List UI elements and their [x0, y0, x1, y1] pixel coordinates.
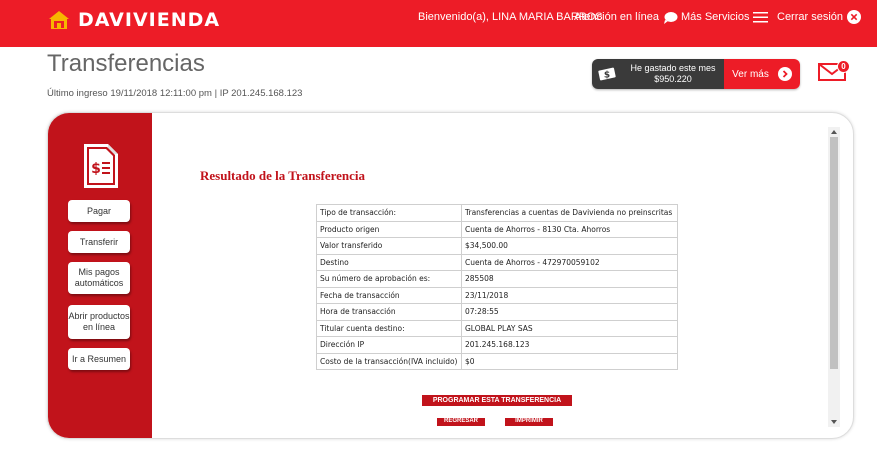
row-value: 07:28:55: [461, 303, 678, 321]
row-value: Transferencias a cuentas de Davivienda n…: [461, 204, 678, 222]
spending-text: He gastado este mes $950.220: [622, 63, 724, 85]
table-row: Hora de transacción 07:28:55: [316, 303, 678, 321]
online-help-label: Atención en línea: [574, 11, 660, 23]
online-help-link[interactable]: Atención en línea: [574, 0, 678, 34]
spending-summary: $ He gastado este mes $950.220: [592, 59, 724, 89]
see-more-label: Ver más: [732, 68, 769, 80]
close-circle-icon: [847, 10, 862, 24]
table-row: Dirección IP 201.245.168.123: [316, 336, 678, 354]
sidebar-item-label: Pagar: [86, 205, 112, 216]
money-icon: $: [592, 67, 622, 81]
house-logo-icon: [49, 11, 69, 29]
scroll-up-icon[interactable]: [831, 130, 837, 134]
table-row: Tipo de transacción: Transferencias a cue…: [316, 204, 678, 222]
row-label: Fecha de transacción: [316, 286, 462, 304]
print-button[interactable]: IMPRIMIR: [505, 418, 553, 426]
table-row: Su número de aprobación es: 285508: [316, 270, 678, 288]
row-label: Tipo de transacción:: [316, 204, 462, 222]
content-panel: $ Pagar Transferir Mis pagos automáticos…: [47, 112, 854, 439]
sidebar-item-automatic-payments[interactable]: Mis pagos automáticos: [68, 262, 130, 294]
table-row: Titular cuenta destino: GLOBAL PLAY SAS: [316, 319, 678, 337]
back-button[interactable]: REGRESAR: [437, 418, 485, 426]
sidebar-item-label: Ir a Resumen: [71, 353, 127, 364]
row-label: Titular cuenta destino:: [316, 319, 462, 337]
sidebar-item-pay[interactable]: Pagar: [68, 200, 130, 222]
row-value: GLOBAL PLAY SAS: [461, 319, 678, 337]
svg-text:$: $: [604, 71, 610, 81]
row-label: Destino: [316, 253, 462, 271]
chat-bubble-icon: [663, 11, 678, 24]
brand-name: DAVIVIENDA: [78, 9, 221, 31]
see-more-button[interactable]: Ver más: [724, 59, 800, 89]
spending-widget: $ He gastado este mes $950.220 Ver más: [592, 59, 800, 89]
row-value: 23/11/2018: [461, 286, 678, 304]
message-count-badge: 0: [837, 60, 850, 73]
scroll-thumb[interactable]: [830, 137, 838, 369]
table-row: Fecha de transacción 23/11/2018: [316, 286, 678, 304]
last-login-info: Último ingreso 19/11/2018 12:11:00 pm | …: [47, 88, 303, 99]
transaction-table: Tipo de transacción: Transferencias a cue…: [316, 204, 678, 370]
table-row: Destino Cuenta de Ahorros - 472970059102: [316, 253, 678, 271]
row-value: 201.245.168.123: [461, 336, 678, 354]
spending-label: He gastado este mes: [630, 63, 716, 73]
row-value: Cuenta de Ahorros - 8130 Cta. Ahorros: [461, 220, 678, 238]
sidebar: $ Pagar Transferir Mis pagos automáticos…: [48, 113, 152, 438]
svg-text:$: $: [91, 161, 101, 177]
result-title: Resultado de la Transferencia: [200, 168, 366, 183]
spending-amount: $950.220: [654, 74, 692, 84]
sidebar-item-label: Transferir: [79, 236, 119, 247]
scroll-down-icon[interactable]: [831, 420, 837, 424]
vertical-scrollbar[interactable]: [828, 127, 840, 427]
sidebar-item-summary[interactable]: Ir a Resumen: [68, 348, 130, 370]
row-value: 285508: [461, 270, 678, 288]
table-row: Costo de la transacción(IVA incluido) $0: [316, 352, 678, 370]
row-label: Costo de la transacción(IVA incluido): [316, 352, 462, 370]
row-label: Producto origen: [316, 220, 462, 238]
logout-button[interactable]: Cerrar sesión: [777, 0, 862, 34]
sidebar-item-label: Mis pagos automáticos: [74, 267, 124, 288]
row-label: Su número de aprobación es:: [316, 270, 462, 288]
row-value: $0: [461, 352, 678, 370]
row-label: Hora de transacción: [316, 303, 462, 321]
document-money-icon: $: [84, 144, 118, 188]
row-value: Cuenta de Ahorros - 472970059102: [461, 253, 678, 271]
row-label: Valor transferido: [316, 237, 462, 255]
sidebar-item-label: Abrir productos en línea: [68, 311, 130, 332]
davivienda-logo[interactable]: DAVIVIENDA: [48, 9, 220, 31]
more-services-label: Más Servicios: [681, 11, 750, 23]
table-row: Producto origen Cuenta de Ahorros - 8130 …: [316, 220, 678, 238]
schedule-transfer-button[interactable]: PROGRAMAR ESTA TRANSFERENCIA: [422, 395, 572, 406]
more-services-menu[interactable]: Más Servicios: [681, 0, 769, 34]
page-title: Transferencias: [47, 50, 205, 77]
top-bar: DAVIVIENDA Bienvenido(a), LINA MARIA BAR…: [0, 0, 877, 47]
row-value: $34,500.00: [461, 237, 678, 255]
sidebar-item-open-products[interactable]: Abrir productos en línea: [68, 305, 130, 339]
hamburger-menu-icon: [753, 11, 769, 23]
row-label: Dirección IP: [316, 336, 462, 354]
chevron-right-icon: [777, 67, 792, 81]
logout-label: Cerrar sesión: [777, 11, 844, 23]
table-row: Valor transferido $34,500.00: [316, 237, 678, 255]
sidebar-item-transfer[interactable]: Transferir: [68, 231, 130, 253]
